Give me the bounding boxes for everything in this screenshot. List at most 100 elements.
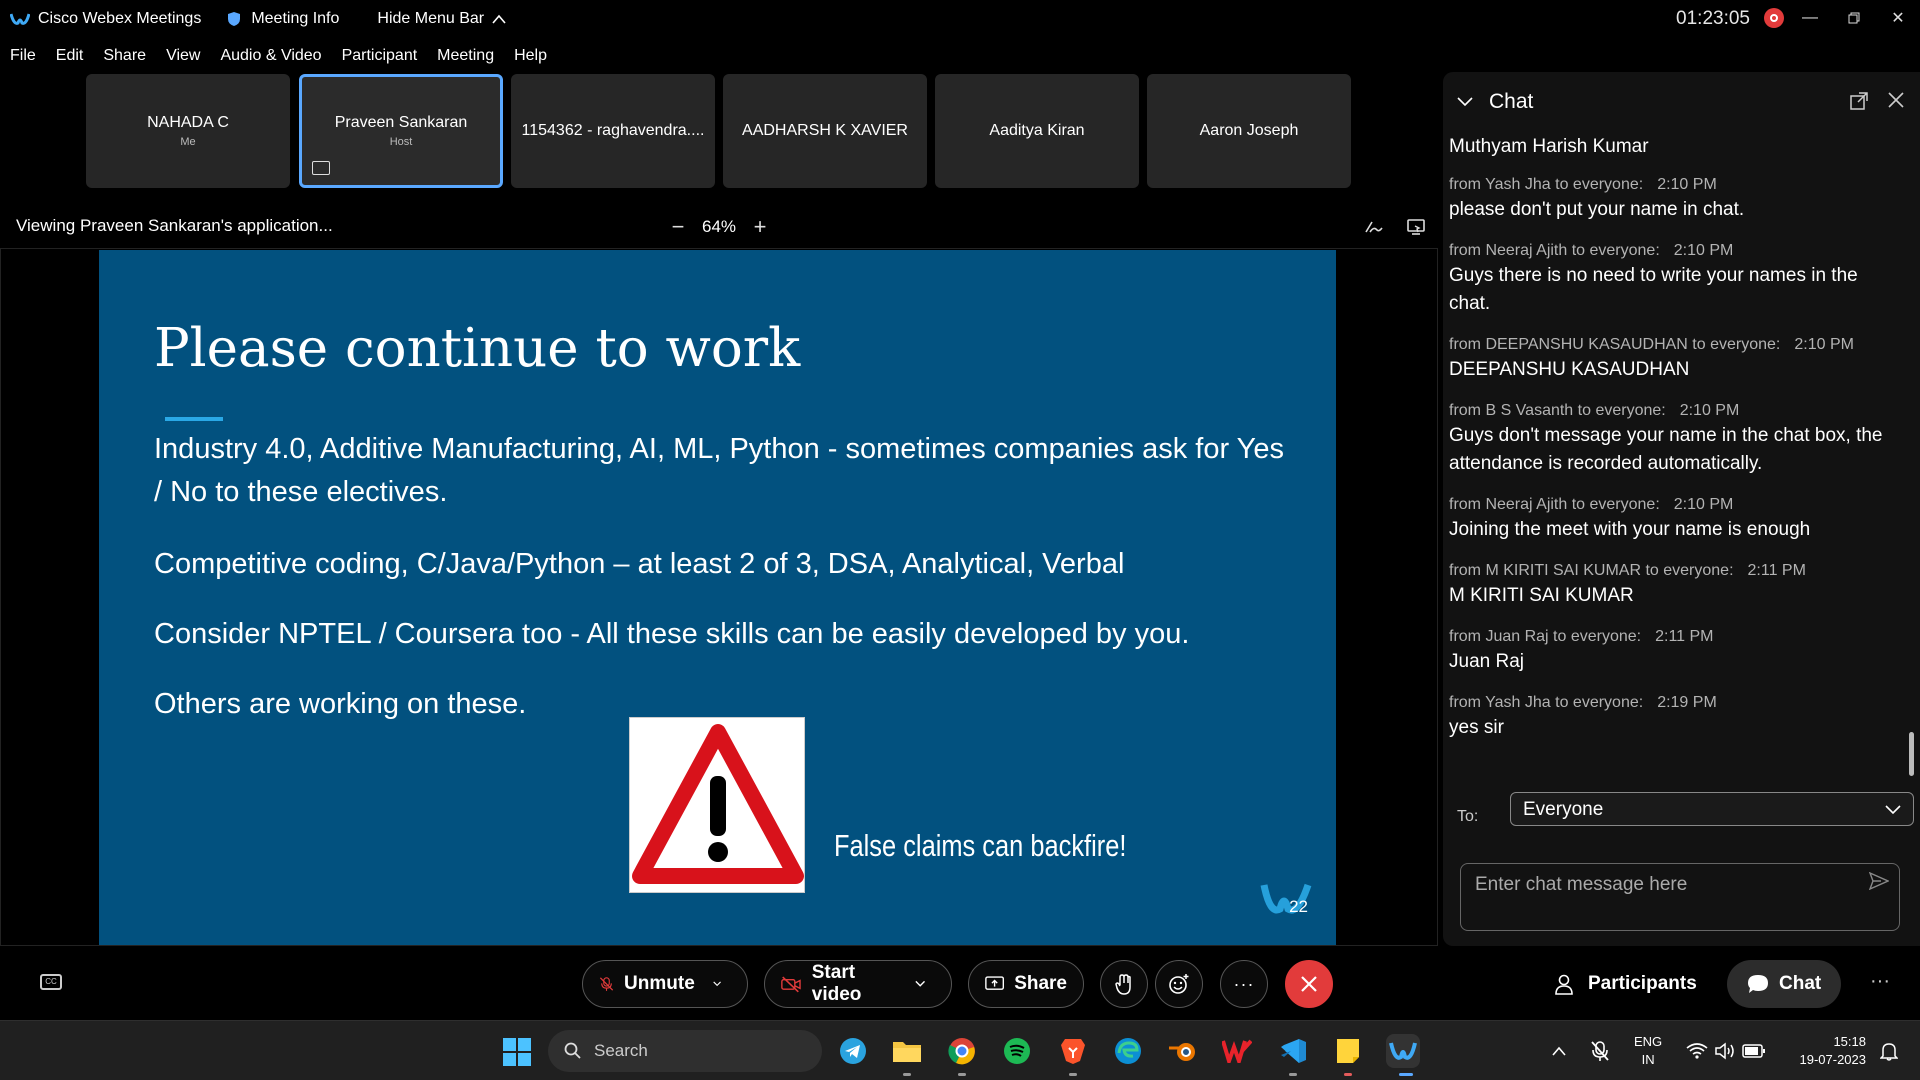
chat-message: from Neeraj Ajith to everyone: 2:10 PM Gu… <box>1449 242 1899 318</box>
webex-logo-icon <box>10 13 30 25</box>
participant-tile[interactable]: Aaditya Kiran <box>935 74 1139 188</box>
leave-meeting-button[interactable] <box>1285 960 1333 1008</box>
system-clock[interactable]: 15:18 19-07-2023 <box>1782 1033 1867 1069</box>
menu-file[interactable]: File <box>10 47 36 65</box>
reactions-button[interactable] <box>1155 960 1203 1008</box>
running-indicator <box>1344 1073 1352 1076</box>
zoom-out-button[interactable]: − <box>666 214 690 240</box>
slide-bullet: Competitive coding, C/Java/Python – at l… <box>154 548 1125 580</box>
participant-name: NAHADA C <box>147 114 229 131</box>
chat-input-placeholder: Enter chat message here <box>1475 874 1688 895</box>
participant-tile[interactable]: Aaron Joseph <box>1147 74 1351 188</box>
chat-message-sender: from Yash Jha to everyone: <box>1449 176 1644 193</box>
spotify-icon[interactable] <box>1000 1034 1034 1068</box>
chat-message-sender: from Juan Raj to everyone: <box>1449 628 1642 645</box>
closed-captions-icon[interactable]: CC <box>40 974 62 990</box>
menu-share[interactable]: Share <box>103 47 146 65</box>
file-explorer-icon[interactable] <box>890 1034 924 1068</box>
close-window-button[interactable]: ✕ <box>1876 0 1920 36</box>
telegram-icon[interactable] <box>836 1034 870 1068</box>
chat-recipient-row: To: Everyone <box>1457 792 1914 826</box>
webex-taskbar-icon[interactable] <box>1386 1034 1420 1068</box>
chevron-down-icon[interactable] <box>713 980 721 988</box>
show-hidden-icons[interactable] <box>1552 1021 1566 1080</box>
taskbar-search[interactable]: Search <box>548 1030 822 1072</box>
chat-label: Chat <box>1779 973 1822 994</box>
chevron-down-icon <box>1885 805 1901 815</box>
chat-message-body: Guys there is no need to write your name… <box>1449 265 1858 314</box>
meeting-info-label: Meeting Info <box>251 10 340 27</box>
chat-message-body: yes sir <box>1449 717 1504 738</box>
shield-icon <box>228 12 241 26</box>
chat-message-body: Juan Raj <box>1449 651 1524 672</box>
chat-message: from M KIRITI SAI KUMAR to everyone: 2:11… <box>1449 562 1899 610</box>
recording-icon[interactable] <box>1764 8 1784 28</box>
popout-icon[interactable] <box>1850 92 1868 110</box>
close-icon[interactable] <box>1886 90 1906 110</box>
slide-title: Please continue to work <box>154 318 801 379</box>
chevron-up-icon <box>1552 1046 1566 1056</box>
warning-image <box>629 717 805 893</box>
menu-view[interactable]: View <box>166 47 200 65</box>
slide-page-number: 22 <box>1289 897 1308 916</box>
chat-message-body: DEEPANSHU KASAUDHAN <box>1449 359 1690 380</box>
wps-office-icon[interactable] <box>1220 1034 1254 1068</box>
chat-message-time: 2:19 PM <box>1657 694 1717 711</box>
share-button[interactable]: Share <box>968 960 1084 1008</box>
minimize-button[interactable]: — <box>1788 0 1832 36</box>
blender-icon[interactable] <box>1166 1034 1200 1068</box>
participant-tile[interactable]: 1154362 - raghavendra.... <box>511 74 715 188</box>
more-menu-icon[interactable]: ··· <box>1870 970 1890 993</box>
chat-message: from Yash Jha to everyone: 2:19 PM yes si… <box>1449 694 1899 742</box>
participants-button[interactable]: Participants <box>1554 960 1697 1008</box>
menu-meeting[interactable]: Meeting <box>437 47 494 65</box>
share-screen-icon <box>985 976 1005 990</box>
menu-help[interactable]: Help <box>514 47 547 65</box>
sticky-notes-icon[interactable] <box>1331 1034 1365 1068</box>
microphone-tray-icon[interactable] <box>1590 1021 1610 1080</box>
network-volume-battery[interactable] <box>1686 1021 1766 1080</box>
participant-role: Me <box>180 136 196 148</box>
send-icon[interactable] <box>1869 872 1889 890</box>
restore-button[interactable] <box>1832 0 1876 36</box>
vscode-icon[interactable] <box>1276 1034 1310 1068</box>
volume-icon <box>1715 1042 1734 1060</box>
start-video-button[interactable]: Start video <box>764 960 952 1008</box>
zoom-in-button[interactable]: + <box>748 214 772 240</box>
chevron-down-icon[interactable] <box>915 980 925 988</box>
taskbar: Search ENG IN 15:18 19-07-2023 <box>0 1020 1920 1080</box>
chat-message-sender: from DEEPANSHU KASAUDHAN to everyone: <box>1449 336 1781 353</box>
raise-hand-button[interactable] <box>1100 960 1148 1008</box>
menu-audio-video[interactable]: Audio & Video <box>220 47 321 65</box>
notifications-icon[interactable] <box>1880 1021 1898 1080</box>
recipient-select[interactable]: Everyone <box>1510 792 1914 826</box>
chat-button[interactable]: Chat <box>1727 960 1842 1008</box>
participant-role: Host <box>389 136 413 148</box>
edge-icon[interactable] <box>1111 1034 1145 1068</box>
brave-icon[interactable] <box>1056 1034 1090 1068</box>
menu-bar: File Edit Share View Audio & Video Parti… <box>0 44 557 68</box>
wifi-icon <box>1686 1043 1708 1059</box>
viewing-status: Viewing Praveen Sankaran's application..… <box>16 216 333 235</box>
menu-participant[interactable]: Participant <box>342 47 418 65</box>
remote-control-icon[interactable] <box>1406 218 1426 236</box>
menu-edit[interactable]: Edit <box>56 47 84 65</box>
participant-tile-active[interactable]: Praveen Sankaran Host <box>299 74 503 188</box>
to-label: To: <box>1457 808 1479 825</box>
chat-header[interactable]: Chat <box>1457 90 1533 114</box>
meeting-info-button[interactable]: Meeting Info <box>227 10 339 28</box>
more-options-button[interactable]: ··· <box>1220 960 1268 1008</box>
chat-message-sender: from M KIRITI SAI KUMAR to everyone: <box>1449 562 1734 579</box>
language-indicator[interactable]: ENG IN <box>1634 1033 1662 1069</box>
chrome-icon[interactable] <box>945 1034 979 1068</box>
participant-tile[interactable]: NAHADA C Me <box>86 74 290 188</box>
annotate-icon[interactable] <box>1364 218 1384 236</box>
hide-menu-bar-button[interactable]: Hide Menu Bar <box>377 10 506 28</box>
participant-tile[interactable]: AADHARSH K XAVIER <box>723 74 927 188</box>
chat-message-input[interactable]: Enter chat message here <box>1460 863 1900 931</box>
chat-scrollbar[interactable] <box>1909 732 1914 776</box>
windows-start-icon[interactable] <box>503 1038 531 1066</box>
unmute-button[interactable]: Unmute <box>582 960 748 1008</box>
participant-name: 1154362 - raghavendra.... <box>521 122 705 139</box>
start-video-label: Start video <box>811 962 862 1005</box>
